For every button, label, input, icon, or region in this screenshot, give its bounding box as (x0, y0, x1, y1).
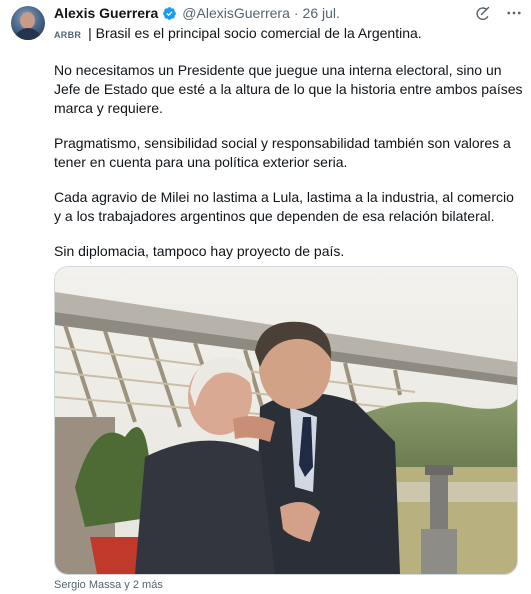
tweet-paragraph-1-text: | Brasil es el principal socio comercial… (84, 25, 422, 41)
separator-dot: · (293, 5, 299, 21)
grok-icon[interactable] (474, 5, 491, 22)
tagged-users[interactable]: Sergio Massa y 2 más (54, 579, 163, 591)
tweet-text: ARBR | Brasil es el principal socio come… (54, 24, 524, 277)
tweet-paragraph-2: No necesitamos un Presidente que juegue … (54, 62, 523, 116)
tweet-photo[interactable] (54, 266, 518, 575)
author-name[interactable]: Alexis Guerrera (54, 5, 158, 21)
tweet-paragraph-3: Pragmatismo, sensibilidad social y respo… (54, 135, 511, 170)
tweet-paragraph-5: Sin diplomacia, tampoco hay proyecto de … (54, 243, 345, 259)
author-avatar[interactable] (11, 6, 45, 40)
translation-tag: ARBR (54, 30, 82, 40)
tweet-header: Alexis Guerrera @AlexisGuerrera · 26 jul… (54, 4, 340, 22)
verified-badge-icon (163, 6, 177, 20)
more-options-icon[interactable] (505, 4, 523, 22)
tweet-paragraph-4: Cada agravio de Milei no lastima a Lula,… (54, 189, 514, 224)
author-handle[interactable]: @AlexisGuerrera (182, 5, 290, 21)
tweet-paragraph-1: ARBR | Brasil es el principal socio come… (54, 24, 524, 45)
tweet-date[interactable]: 26 jul. (303, 5, 340, 21)
tweet-actions-top (474, 4, 523, 22)
